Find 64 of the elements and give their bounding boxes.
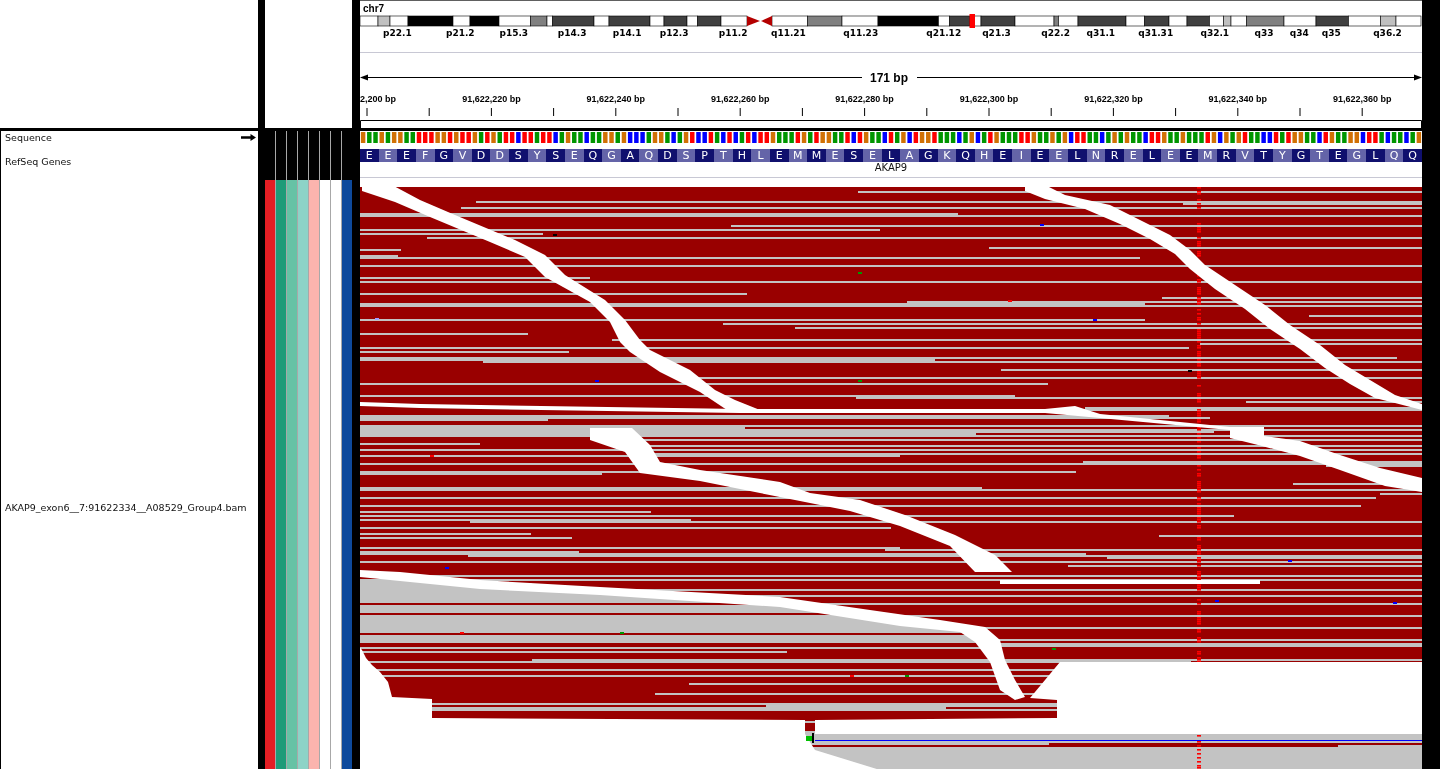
cytoband-label: q22.2	[1041, 28, 1070, 38]
cytoband-label: p11.2	[718, 28, 748, 38]
cytoband-label: q36.2	[1373, 28, 1402, 38]
cytoband-label: p22.1	[383, 28, 412, 38]
amino-acid: A	[900, 149, 919, 162]
amino-acid: Q	[639, 149, 659, 162]
amino-acid: S	[509, 149, 528, 162]
amino-acid: M	[1198, 149, 1218, 162]
right-arrow-icon[interactable]	[241, 134, 256, 141]
amino-acid: P	[695, 149, 714, 162]
cytoband-label: p12.3	[659, 28, 689, 38]
amino-acid: R	[1217, 149, 1236, 162]
cytoband-label: q31.1	[1086, 28, 1116, 38]
amino-acid: E	[1161, 149, 1180, 162]
ruler-tick-label: 91,622,320 bp	[1084, 94, 1143, 104]
ruler-span-label: 171 bp	[870, 71, 908, 85]
amino-acid: L	[751, 149, 770, 162]
cytoband-label: q34	[1289, 28, 1309, 38]
amino-acid: E	[863, 149, 882, 162]
ruler-tick-label: 91,622,280 bp	[835, 94, 894, 104]
amino-acid: S	[844, 149, 864, 162]
amino-acid: E	[360, 149, 379, 162]
amino-acid: S	[546, 149, 565, 162]
amino-acid: G	[1347, 149, 1367, 162]
amino-acid: R	[1105, 149, 1124, 162]
amino-acid: D	[490, 149, 510, 162]
amino-acid: T	[1310, 149, 1329, 162]
cytoband-label: p15.3	[499, 28, 529, 38]
amino-acid: E	[1049, 149, 1068, 162]
ruler-tick-label: 91,622,220 bp	[462, 94, 521, 104]
amino-acid: D	[658, 149, 677, 162]
cytoband-label: q11.23	[843, 28, 879, 38]
amino-acid: T	[1254, 149, 1273, 162]
ruler-tick-label: 91,622,300 bp	[959, 94, 1019, 104]
cytoband-label: q32.1	[1200, 28, 1230, 38]
ruler-tick-label: 2,200 bp	[360, 94, 397, 104]
cytoband-label: p14.1	[612, 28, 642, 38]
amino-acid: G	[602, 149, 621, 162]
chromosome-ideogram[interactable]	[360, 14, 1422, 28]
cytoband-label: q35	[1321, 28, 1341, 38]
amino-acid: M	[807, 149, 826, 162]
amino-acid: V	[453, 149, 472, 162]
cytoband-label: q33	[1254, 28, 1274, 38]
ruler-tick-label: 91,622,240 bp	[586, 94, 646, 104]
amino-acid: I	[1012, 149, 1031, 162]
gene-label: AKAP9	[874, 162, 908, 173]
ruler-tick-label: 91,622,360 bp	[1332, 94, 1392, 104]
amino-acid: Q	[956, 149, 975, 162]
cytoband-label: p21.2	[445, 28, 475, 38]
track-name: Sequence	[5, 132, 52, 144]
chromosome-name: chr7	[363, 3, 385, 14]
cytoband-label: q11.21	[770, 28, 806, 38]
cytoband-label: q21.12	[926, 28, 962, 38]
ruler-tick-label: 91,622,260 bp	[710, 94, 770, 104]
cytoband-label: q21.3	[982, 28, 1011, 38]
track-name: RefSeq Genes	[5, 156, 72, 168]
cytoband-label: p14.3	[557, 28, 587, 38]
ruler-tick-label: 91,622,340 bp	[1208, 94, 1268, 104]
track-name: AKAP9_exon6__7:91622334__A08529_Group4.bam	[5, 501, 247, 514]
amino-acid: L	[1366, 149, 1385, 162]
amino-acid: E	[993, 149, 1013, 162]
amino-acid: E	[397, 149, 416, 162]
cytoband-label: q31.31	[1138, 28, 1174, 38]
amino-acid: Q	[1403, 149, 1422, 162]
